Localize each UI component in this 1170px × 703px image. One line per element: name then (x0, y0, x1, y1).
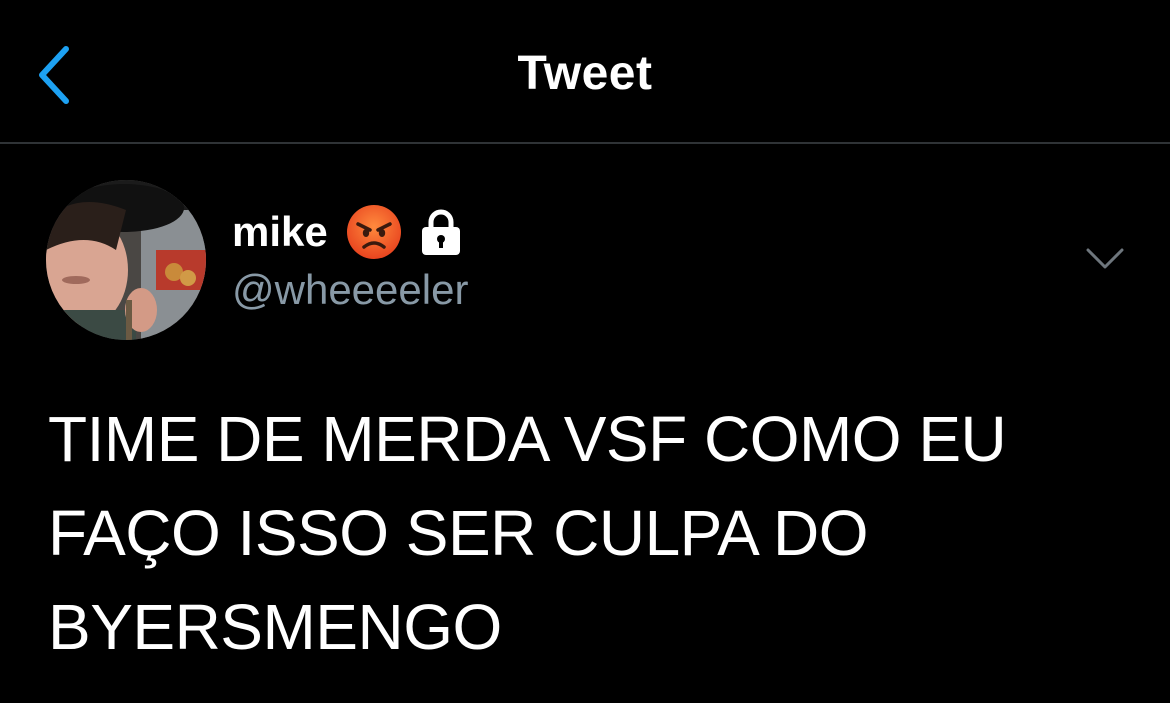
author-handle[interactable]: @wheeeeler (232, 266, 468, 314)
avatar-image (46, 180, 206, 340)
avatar[interactable] (46, 180, 206, 340)
page-title: Tweet (517, 47, 653, 100)
header-bar: Tweet (0, 0, 1170, 144)
chevron-down-icon (1086, 248, 1124, 269)
tweet-menu-button[interactable] (1084, 244, 1126, 274)
angry-face-emoji-icon (346, 204, 402, 260)
display-name[interactable]: mike (232, 208, 328, 256)
author-info: mike @wheeeeler (232, 204, 468, 314)
tweet-text: TIME DE MERDA VSF COMO EU FAÇO ISSO SER … (48, 403, 1007, 663)
tweet-screen: Tweet mike @wheeeeler TIME DE MERDA VSF … (0, 0, 1170, 703)
lock-icon (420, 208, 462, 256)
display-name-row: mike (232, 204, 468, 260)
